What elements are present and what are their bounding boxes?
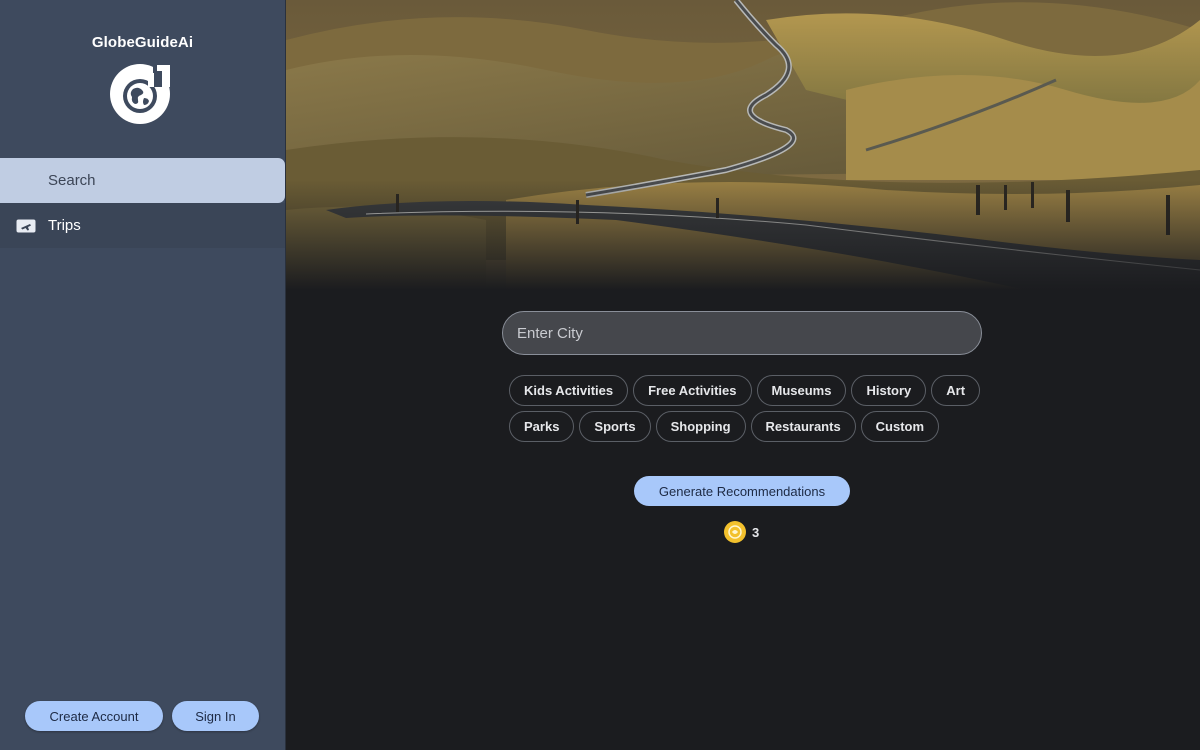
category-row-2: Parks Sports Shopping Restaurants Custom: [509, 411, 940, 442]
category-chip[interactable]: Custom: [860, 411, 940, 442]
sidebar-item-trips[interactable]: Trips: [0, 203, 285, 248]
category-chip[interactable]: Art: [931, 375, 981, 406]
coin-icon: [724, 521, 746, 543]
globe-logo-icon: [109, 63, 172, 125]
category-chip[interactable]: Museums: [756, 375, 847, 406]
sidebar: GlobeGuideAi Search Trips Create Account…: [0, 0, 286, 750]
category-row-1: Kids Activities Free Activities Museums …: [509, 375, 981, 406]
category-chip[interactable]: History: [851, 375, 927, 406]
create-account-button[interactable]: Create Account: [25, 701, 163, 731]
category-chip[interactable]: Parks: [509, 411, 575, 442]
brand-name: GlobeGuideAi: [91, 34, 194, 51]
city-search-input[interactable]: [502, 311, 982, 355]
category-chip[interactable]: Free Activities: [633, 375, 752, 406]
category-chip[interactable]: Sports: [579, 411, 651, 442]
category-chip[interactable]: Restaurants: [750, 411, 856, 442]
sidebar-item-label: Search: [48, 172, 96, 189]
generate-recommendations-button[interactable]: Generate Recommendations: [634, 476, 850, 506]
category-chip[interactable]: Shopping: [655, 411, 746, 442]
credit-count: 3: [752, 524, 760, 540]
sign-in-button[interactable]: Sign In: [172, 701, 259, 731]
credits-indicator: 3: [724, 521, 759, 543]
main-content: Kids Activities Free Activities Museums …: [286, 0, 1200, 750]
search-icon: [16, 173, 36, 189]
category-chip[interactable]: Kids Activities: [509, 375, 629, 406]
hero-image: [286, 0, 1200, 290]
plane-ticket-icon: [16, 218, 36, 234]
sidebar-item-search[interactable]: Search: [0, 158, 285, 203]
sidebar-item-label: Trips: [48, 217, 81, 234]
app-root: GlobeGuideAi Search Trips Create Account…: [0, 0, 1200, 750]
